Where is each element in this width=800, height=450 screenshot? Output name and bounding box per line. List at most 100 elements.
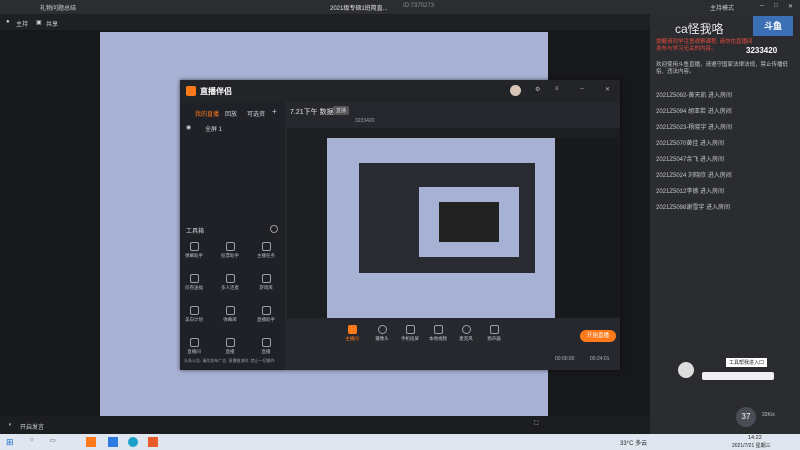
tab-my-live[interactable]: 我的直播: [195, 109, 219, 118]
tool-games[interactable]: 游戏库: [254, 274, 278, 291]
share-icon[interactable]: ▣: [36, 19, 42, 26]
control-local-video[interactable]: 本地视频: [426, 325, 450, 342]
live-badge: 直播: [333, 106, 350, 115]
camera-icon: [377, 325, 387, 334]
tool-task[interactable]: 主播任务: [254, 242, 278, 259]
minimize-icon[interactable]: ─: [760, 3, 764, 9]
chat-message: 2021Z5098谢雪宇 进入房间: [656, 205, 731, 211]
system-message: 提醒请同学注意观察课程, 请勿在直播间发布与学习无关的内容。: [656, 39, 753, 52]
assistant-icon: [261, 306, 271, 315]
user-avatar[interactable]: [678, 362, 694, 378]
room-id: 3233420: [746, 46, 778, 55]
user-icon[interactable]: ●: [6, 19, 10, 25]
taskbar-app-icon[interactable]: [148, 437, 158, 447]
survey-icon: [189, 274, 199, 283]
subbar-item-share[interactable]: 共享: [46, 19, 58, 28]
tab-resources[interactable]: 可选资: [247, 109, 265, 118]
weather-widget[interactable]: 33°C 多云: [620, 438, 647, 447]
control-phone-cast[interactable]: 手机投屏: [398, 325, 422, 342]
clock-time[interactable]: 14:22: [748, 435, 762, 441]
mic-icon: [225, 274, 235, 283]
clock-date[interactable]: 2021/7/21 星期三: [732, 442, 771, 449]
more-icon[interactable]: [270, 225, 278, 233]
tool-vote[interactable]: 投票助手: [218, 242, 242, 259]
windows-start-icon[interactable]: ⊞: [6, 437, 14, 448]
minimize-icon[interactable]: ─: [580, 86, 584, 92]
video-icon: [433, 325, 443, 334]
channel-title: ca怪我咯: [675, 22, 724, 36]
tool-room[interactable]: 直播间: [182, 338, 206, 355]
danmaku-icon: [189, 242, 199, 251]
beauty-icon: [189, 306, 199, 315]
chat-message: 2021Z5012李德 进入房间: [656, 189, 725, 195]
speaker-icon: [489, 325, 499, 334]
eye-icon[interactable]: ◉: [186, 124, 191, 131]
library-icon: [225, 306, 235, 315]
tool-live-a[interactable]: 直播: [218, 338, 242, 355]
tool-beauty[interactable]: 美白计划: [182, 306, 206, 323]
start-live-button[interactable]: 开始直播: [580, 330, 616, 342]
add-source-icon[interactable]: +: [272, 107, 277, 116]
stage-subbar: ● 主持 ▣ 共享: [0, 14, 650, 30]
home-icon: [261, 338, 271, 347]
enter-room-label[interactable]: 工具帮我进入口: [726, 358, 768, 367]
settings-icon[interactable]: ⚙: [535, 86, 540, 93]
nested-screen: [419, 187, 519, 257]
left-title: 礼物问题总结: [40, 6, 77, 12]
preview-area: [287, 128, 620, 318]
status-notice: 头条公告: 请勿发布广告, 直播推流时, 禁止一切操作: [184, 358, 275, 363]
bandwidth-stats: 32K/s: [762, 412, 775, 418]
control-mic[interactable]: 麦克风: [454, 325, 478, 342]
tool-live-b[interactable]: 直播: [254, 338, 278, 355]
source-item[interactable]: 全屏 1: [205, 124, 222, 133]
chat-message: 2021Z5047余飞 进入房间: [656, 157, 725, 163]
maximize-icon[interactable]: □: [774, 3, 778, 9]
broadcast-header: 直播伴侣 ⚙ ≡ ─ ✕: [180, 80, 620, 102]
fullscreen-icon[interactable]: ⛶: [534, 421, 538, 428]
gift-toolbar[interactable]: [702, 372, 774, 380]
taskbar: ⊞ ○ ▭ 33°C 多云 14:22 2021/7/21 星期三: [0, 434, 800, 450]
control-camera[interactable]: 摄像头: [370, 325, 394, 342]
tool-multi-mic[interactable]: 多人连麦: [218, 274, 242, 291]
room-icon: [189, 338, 199, 347]
control-host[interactable]: 主播间: [340, 325, 364, 342]
task-view-icon[interactable]: ▭: [50, 437, 56, 444]
chat-panel: ca怪我咯 斗鱼 提醒请同学注意观察课程, 请勿在直播间发布与学习无关的内容。 …: [650, 14, 800, 434]
app-logo: 直播伴侣: [200, 87, 232, 96]
screen-share-icon: [347, 325, 357, 334]
tool-danmaku[interactable]: 弹幕助手: [182, 242, 206, 259]
tool-danmaku-lib[interactable]: 弹幕库: [218, 306, 242, 323]
title-bar: 礼物问题总结 2021级专硕1班简直... ID:7370273 主持模式 ─ …: [0, 0, 800, 14]
mic-label[interactable]: 开启发言: [20, 422, 44, 431]
avatar[interactable]: [510, 85, 521, 96]
toolbox-title: 工具箱: [186, 229, 205, 235]
viewer-count: 37: [736, 407, 756, 427]
browser-icon[interactable]: [128, 437, 138, 447]
mic-icon: [461, 325, 471, 334]
tool-survey[interactable]: 问卷送福: [182, 274, 206, 291]
chat-message: 2021Z5092-黄天凯 进入房间: [656, 93, 733, 99]
subbar-item-host[interactable]: 主持: [16, 19, 28, 28]
mic-icon[interactable]: ◖: [8, 422, 12, 428]
taskbar-app-icon[interactable]: [108, 437, 118, 447]
chat-message: 2021Z5023-杨晓宇 进入房间: [656, 125, 733, 131]
tab-replay[interactable]: 回放: [225, 109, 237, 118]
chat-message: 2021Z5024 刘晓欣 进入房间: [656, 173, 732, 179]
welcome-message: 欢迎使用斗鱼直播，请遵守国家法律法规，禁止传播低俗、违法内容。: [656, 62, 789, 75]
meeting-id: ID:7370273: [403, 3, 435, 9]
nested-window-2: [439, 202, 499, 242]
chat-message: 2021Z5070黄佳 进入房间: [656, 141, 725, 147]
search-icon[interactable]: ○: [30, 437, 34, 443]
taskbar-app-icon[interactable]: [86, 437, 96, 447]
close-icon[interactable]: ✕: [788, 3, 793, 10]
stream-title: 7.21下午 数据: [290, 109, 334, 116]
meeting-title: 2021级专硕1班简直...: [330, 6, 388, 12]
chat-message: 2021Z5094 胡亚若 进入房间: [656, 109, 732, 115]
control-speaker[interactable]: 扬声器: [482, 325, 506, 342]
host-mode-label[interactable]: 主持模式: [710, 3, 734, 12]
close-icon[interactable]: ✕: [605, 86, 610, 93]
time-total: 00:24:01: [590, 356, 610, 362]
menu-icon[interactable]: ≡: [555, 86, 559, 92]
tool-assistant[interactable]: 直播助手: [254, 306, 278, 323]
download-icon: [225, 338, 235, 347]
